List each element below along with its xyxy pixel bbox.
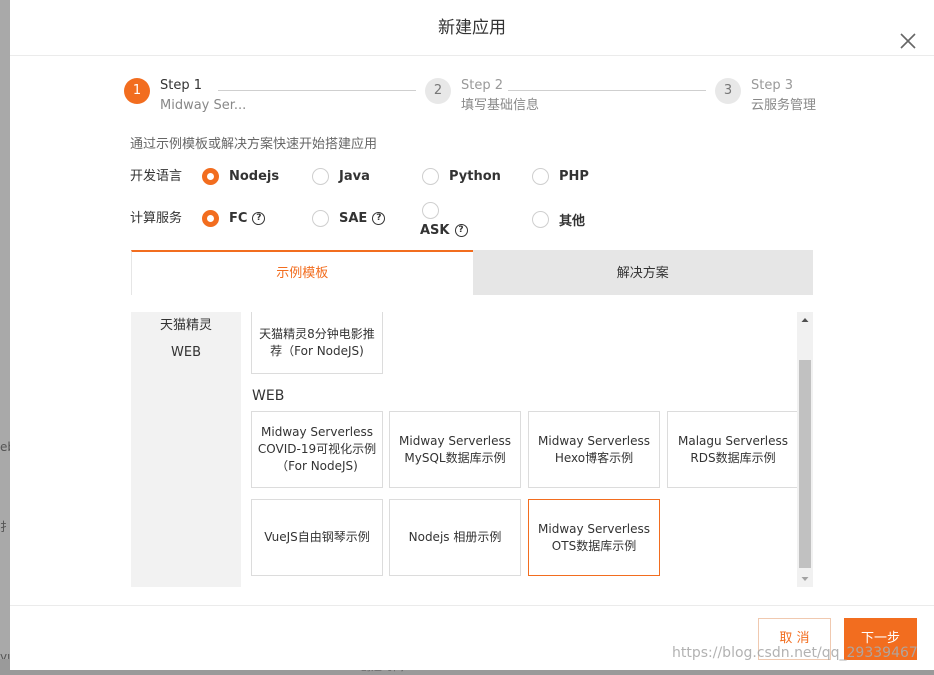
step-connector <box>218 90 416 91</box>
step-1: 1 Step 1 Midway Ser... <box>124 78 246 116</box>
radio-unchecked-icon <box>312 210 329 227</box>
close-icon <box>900 33 916 49</box>
step-connector <box>508 90 706 91</box>
radio-unchecked-icon <box>532 211 549 228</box>
step-title: Step 3 <box>751 78 794 93</box>
compute-row: 计算服务 FC ? SAE ? ASK ? 其他 <box>130 202 830 238</box>
scroll-down-arrow[interactable] <box>797 571 813 587</box>
radio-label: ASK <box>420 223 450 238</box>
radio-label: Nodejs <box>229 169 280 184</box>
scrollbar[interactable] <box>797 312 813 587</box>
radio-other[interactable]: 其他 <box>532 210 585 229</box>
step-3: 3 Step 3 云服务管理 <box>715 78 816 116</box>
scroll-up-icon <box>801 318 809 322</box>
step-title: Step 1 <box>160 78 203 93</box>
help-icon[interactable]: ? <box>372 212 386 225</box>
step-title: Step 2 <box>461 78 504 93</box>
template-card[interactable]: VueJS自由钢琴示例 <box>251 499 383 576</box>
template-card[interactable]: Midway Serverless Hexo博客示例 <box>528 411 660 488</box>
scroll-thumb[interactable] <box>799 360 811 568</box>
template-card-selected[interactable]: Midway Serverless OTS数据库示例 <box>528 499 660 576</box>
background-page <box>0 0 10 675</box>
radio-checked-icon <box>202 168 219 185</box>
step-desc: 云服务管理 <box>751 98 817 113</box>
radio-label: FC <box>229 211 248 226</box>
section-title: WEB <box>252 388 285 404</box>
radio-unchecked-icon <box>422 168 439 185</box>
template-cards: 天猫精灵8分钟电影推荐（For NodeJS) WEB Midway Serve… <box>251 312 799 587</box>
radio-python[interactable]: Python <box>422 168 501 185</box>
template-tabs: 示例模板 解决方案 <box>131 250 813 295</box>
radio-unchecked-icon <box>532 168 549 185</box>
tab-solutions[interactable]: 解决方案 <box>472 250 813 295</box>
radio-nodejs[interactable]: Nodejs <box>202 168 279 185</box>
dialog-header: 新建应用 <box>10 0 934 56</box>
template-card[interactable]: Nodejs 相册示例 <box>389 499 521 576</box>
template-card[interactable]: Midway Serverless MySQL数据库示例 <box>389 411 521 488</box>
hint-text: 通过示例模板或解决方案快速开始搭建应用 <box>130 137 378 152</box>
template-card[interactable]: Malagu Serverless RDS数据库示例 <box>667 411 799 488</box>
help-icon[interactable]: ? <box>454 224 468 237</box>
radio-label: Java <box>339 169 370 184</box>
watermark: https://blog.csdn.net/qq_29339467 <box>672 645 918 661</box>
category-item[interactable]: 天猫精灵 <box>131 312 241 339</box>
compute-label: 计算服务 <box>130 211 183 226</box>
step-desc: 填写基础信息 <box>461 98 540 113</box>
radio-checked-icon <box>202 210 219 227</box>
step-desc: Midway Ser... <box>160 98 247 113</box>
radio-php[interactable]: PHP <box>532 168 589 185</box>
new-app-dialog: 新建应用 1 Step 1 Midway Ser... 2 Step 2 填写基… <box>10 0 934 670</box>
dialog-title: 新建应用 <box>438 18 506 38</box>
radio-fc[interactable]: FC ? <box>202 210 266 227</box>
step-number: 3 <box>715 78 741 104</box>
language-label: 开发语言 <box>130 169 183 184</box>
step-number: 1 <box>124 78 150 104</box>
category-item[interactable]: WEB <box>131 339 241 366</box>
step-2: 2 Step 2 填写基础信息 <box>425 78 539 116</box>
scroll-down-icon <box>801 577 809 581</box>
radio-ask[interactable]: ASK ? <box>420 202 470 238</box>
radio-label: PHP <box>559 169 589 184</box>
category-sidebar: 天猫精灵 WEB <box>131 312 241 587</box>
scroll-up-arrow[interactable] <box>797 312 813 328</box>
radio-java[interactable]: Java <box>312 168 370 185</box>
close-button[interactable] <box>898 18 918 49</box>
radio-label: Python <box>449 169 501 184</box>
template-list: 天猫精灵 WEB 天猫精灵8分钟电影推荐（For NodeJS) WEB Mid… <box>131 312 813 587</box>
template-card[interactable]: Midway Serverless COVID-19可视化示例（For Node… <box>251 411 383 488</box>
help-icon[interactable]: ? <box>252 212 266 225</box>
language-row: 开发语言 Nodejs Java Python PHP <box>130 166 830 196</box>
radio-label: 其他 <box>559 214 586 229</box>
step-number: 2 <box>425 78 451 104</box>
tab-templates[interactable]: 示例模板 <box>131 250 473 295</box>
radio-unchecked-icon <box>422 202 439 219</box>
radio-unchecked-icon <box>312 168 329 185</box>
stepper: 1 Step 1 Midway Ser... 2 Step 2 填写基础信息 3… <box>124 78 824 122</box>
radio-sae[interactable]: SAE ? <box>312 210 386 227</box>
template-card[interactable]: 天猫精灵8分钟电影推荐（For NodeJS) <box>251 312 383 374</box>
radio-label: SAE <box>339 211 368 226</box>
